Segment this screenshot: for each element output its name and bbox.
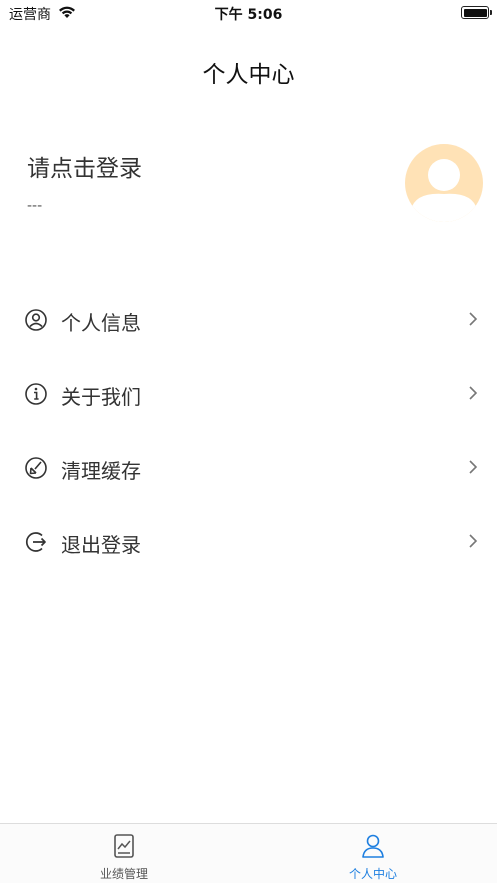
- logout-icon: [26, 532, 46, 552]
- tab-bar: 业绩管理 个人中心: [0, 823, 497, 883]
- tab-profile[interactable]: 个人中心: [249, 824, 497, 883]
- menu-item-label: 个人信息: [61, 311, 141, 335]
- chevron-right-icon: [469, 460, 478, 474]
- menu-item-personal-info[interactable]: 个人信息: [0, 283, 497, 357]
- menu-item-clear-cache[interactable]: 清理缓存: [0, 431, 497, 505]
- menu-item-about-us[interactable]: 关于我们: [0, 357, 497, 431]
- status-bar: 运营商 下午 5:06: [0, 0, 497, 26]
- status-time: 下午 5:06: [214, 7, 283, 23]
- login-subtitle: ---: [27, 198, 43, 214]
- login-prompt[interactable]: 请点击登录: [27, 149, 142, 183]
- avatar[interactable]: [405, 144, 483, 222]
- default-avatar-icon: [411, 159, 477, 222]
- user-circle-icon: [25, 309, 47, 331]
- chart-document-icon: [114, 834, 134, 858]
- menu-item-label: 关于我们: [61, 385, 141, 409]
- chevron-right-icon: [469, 312, 478, 326]
- tab-label: 业绩管理: [99, 867, 148, 881]
- user-icon: [362, 834, 384, 858]
- page-title: 个人中心: [202, 62, 295, 88]
- tab-label: 个人中心: [348, 867, 397, 881]
- tab-performance[interactable]: 业绩管理: [0, 824, 248, 883]
- chevron-right-icon: [469, 534, 478, 548]
- menu-item-label: 退出登录: [61, 533, 141, 557]
- menu-item-logout[interactable]: 退出登录: [0, 505, 497, 579]
- info-icon: [25, 383, 47, 405]
- battery-icon: [461, 6, 492, 19]
- chevron-right-icon: [469, 386, 478, 400]
- menu-item-label: 清理缓存: [61, 459, 141, 483]
- clean-icon: [25, 457, 47, 479]
